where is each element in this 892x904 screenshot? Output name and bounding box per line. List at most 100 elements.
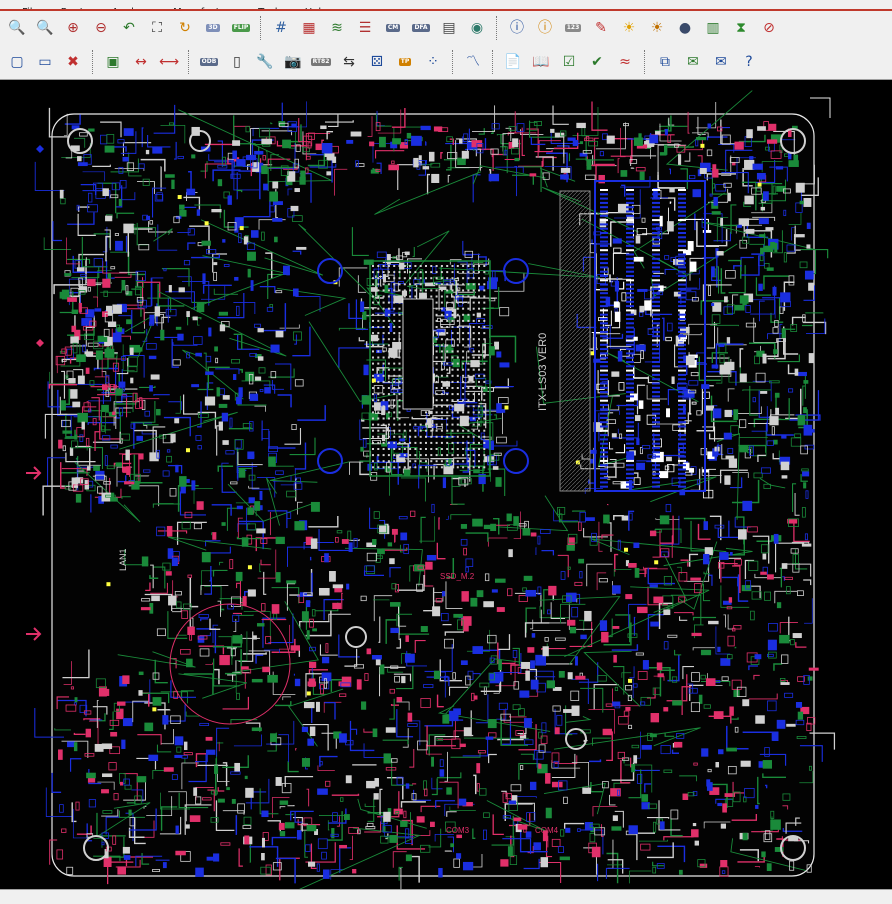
- zoom-in-button[interactable]: ⊕: [60, 15, 86, 41]
- show-element-button[interactable]: ⓘ: [532, 15, 558, 41]
- pad: [688, 241, 693, 250]
- delete-button[interactable]: ✖: [60, 49, 86, 75]
- no-select-button[interactable]: ⊘: [756, 15, 782, 41]
- pad: [717, 251, 723, 255]
- pad: [567, 545, 575, 550]
- pad: [311, 539, 317, 549]
- pad: [404, 283, 406, 285]
- pad: [388, 411, 390, 413]
- pad: [727, 748, 737, 751]
- pad: [399, 436, 401, 438]
- array-button[interactable]: ⁘: [420, 49, 446, 75]
- pad: [678, 426, 686, 428]
- pad: [473, 399, 475, 401]
- pad: [283, 140, 291, 148]
- pad: [566, 828, 570, 832]
- report-button[interactable]: 📄: [500, 49, 526, 75]
- layer-visibility-button[interactable]: ≋: [324, 15, 350, 41]
- pad: [329, 571, 335, 581]
- book-button[interactable]: 📖: [528, 49, 554, 75]
- layers-button[interactable]: ☰: [352, 15, 378, 41]
- pad: [383, 381, 385, 383]
- pad: [696, 137, 705, 139]
- pad: [585, 611, 592, 621]
- pad: [436, 454, 438, 456]
- pad: [392, 529, 397, 534]
- pad: [678, 456, 686, 458]
- zoom-out-button[interactable]: ⊖: [88, 15, 114, 41]
- dimension-button[interactable]: ↔: [128, 49, 154, 75]
- zoom-window-button[interactable]: 🔍: [32, 15, 58, 41]
- window-button[interactable]: ▭: [32, 49, 58, 75]
- pcb-board-view[interactable]: ITX-LS03 VER0 LAN1 SSD_M.2 COM3 COM4: [0, 81, 892, 889]
- component-button[interactable]: ▣: [100, 49, 126, 75]
- mail-button[interactable]: ✉: [680, 49, 706, 75]
- pad: [457, 265, 459, 267]
- pad: [626, 258, 634, 260]
- redraw-button[interactable]: ↻: [172, 15, 198, 41]
- zoom-fit-button[interactable]: 🔍: [4, 15, 30, 41]
- flip-board-button[interactable]: FLIP: [228, 15, 254, 41]
- rectangle-select-button[interactable]: ▢: [4, 49, 30, 75]
- pad: [441, 344, 443, 346]
- dehighlight-button[interactable]: ☀: [644, 15, 670, 41]
- highlight-button[interactable]: ☀: [616, 15, 642, 41]
- book-icon: 📖: [532, 55, 549, 69]
- dfa-button[interactable]: DFA: [408, 15, 434, 41]
- wave-button[interactable]: ≈: [612, 49, 638, 75]
- hourglass-button[interactable]: ⧗: [728, 15, 754, 41]
- pad: [478, 375, 480, 377]
- camera-button[interactable]: 📷: [280, 49, 306, 75]
- pad: [707, 783, 712, 791]
- horizontal-dim-button[interactable]: ⟷: [156, 49, 182, 75]
- route-button[interactable]: 〽: [460, 49, 486, 75]
- measure-button[interactable]: 123: [560, 15, 586, 41]
- zoom-previous-button[interactable]: ↶: [116, 15, 142, 41]
- testprep-button[interactable]: TP: [392, 49, 418, 75]
- refdes-button[interactable]: RT82: [308, 49, 334, 75]
- constraint-manager-button[interactable]: CM: [380, 15, 406, 41]
- pad: [652, 443, 660, 445]
- tool-button[interactable]: 🔧: [252, 49, 278, 75]
- barcode-button[interactable]: ▥: [700, 15, 726, 41]
- pad: [478, 350, 480, 352]
- pad: [739, 219, 749, 226]
- pad: [462, 381, 464, 383]
- copy-button[interactable]: ⧉: [652, 49, 678, 75]
- pad: [409, 448, 411, 450]
- pad: [377, 369, 379, 371]
- pad: [600, 391, 608, 393]
- pad: [409, 271, 411, 273]
- check-button[interactable]: ✔: [584, 49, 610, 75]
- padstack-button[interactable]: ▯: [224, 49, 250, 75]
- pad: [626, 215, 634, 217]
- color-dialog-button[interactable]: ▦: [296, 15, 322, 41]
- globe-button[interactable]: ◉: [464, 15, 490, 41]
- pad: [473, 424, 475, 426]
- pad: [501, 860, 508, 867]
- help-button[interactable]: ?: [736, 49, 762, 75]
- grid-button[interactable]: #: [268, 15, 294, 41]
- envelope-button[interactable]: ✉: [708, 49, 734, 75]
- pad: [377, 363, 379, 365]
- bomb-button[interactable]: ●: [672, 15, 698, 41]
- zoom-world-button[interactable]: ⛶: [144, 15, 170, 41]
- pad: [457, 387, 459, 389]
- pad: [430, 822, 434, 826]
- checklist-button[interactable]: ☑: [556, 49, 582, 75]
- pad: [462, 344, 464, 346]
- pad: [377, 436, 379, 438]
- odb-button[interactable]: ODB: [196, 49, 222, 75]
- info-button[interactable]: ⓘ: [504, 15, 530, 41]
- pad: [658, 674, 664, 677]
- dice-button[interactable]: ⚄: [364, 49, 390, 75]
- pad: [626, 400, 634, 402]
- pad: [377, 430, 379, 432]
- pcb-canvas[interactable]: ITX-LS03 VER0 LAN1 SSD_M.2 COM3 COM4: [0, 81, 892, 889]
- pad: [399, 387, 401, 389]
- spreadsheet-button[interactable]: ▤: [436, 15, 462, 41]
- view-3d-button[interactable]: 3D: [200, 15, 226, 41]
- connect-button[interactable]: ⇆: [336, 49, 362, 75]
- pencil-button[interactable]: ✎: [588, 15, 614, 41]
- pad: [430, 296, 432, 298]
